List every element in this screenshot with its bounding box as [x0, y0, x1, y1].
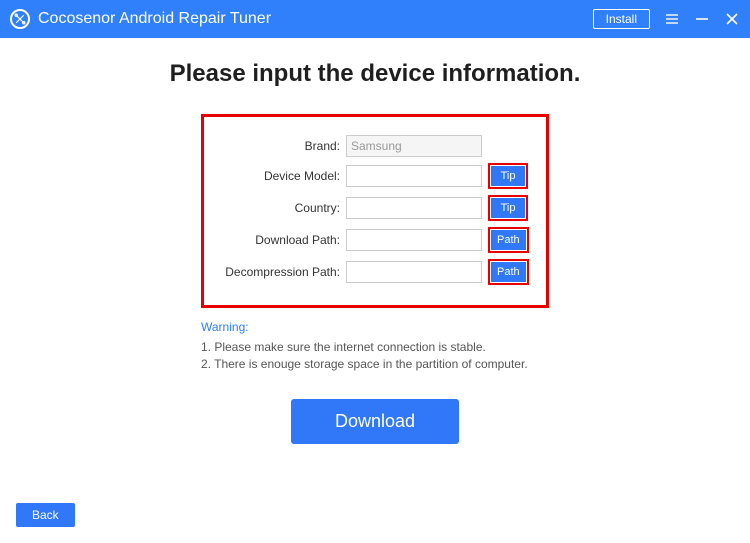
decompress-path-input[interactable]: [346, 261, 482, 283]
warning-line-1: 1. Please make sure the internet connect…: [201, 340, 549, 354]
menu-icon[interactable]: [664, 12, 680, 26]
row-country: Country: Tip: [214, 195, 530, 221]
brand-input: [346, 135, 482, 157]
decompress-path-label: Decompression Path:: [214, 265, 340, 279]
decompress-path-highlight: Path: [488, 259, 529, 285]
model-tip-button[interactable]: Tip: [491, 166, 525, 186]
install-button[interactable]: Install: [593, 9, 650, 29]
content-area: Please input the device information. Bra…: [0, 38, 750, 543]
row-brand: Brand:: [214, 135, 530, 157]
device-info-form: Brand: Device Model: Tip Country: Tip Do…: [201, 114, 549, 308]
row-download-path: Download Path: Path: [214, 227, 530, 253]
download-path-input[interactable]: [346, 229, 482, 251]
download-path-highlight: Path: [488, 227, 529, 253]
titlebar: Cocosenor Android Repair Tuner Install: [0, 0, 750, 38]
warning-line-2: 2. There is enouge storage space in the …: [201, 357, 549, 371]
download-button[interactable]: Download: [291, 399, 459, 444]
close-icon[interactable]: [724, 12, 740, 26]
back-button[interactable]: Back: [16, 503, 75, 527]
minimize-icon[interactable]: [694, 12, 710, 26]
model-label: Device Model:: [214, 169, 340, 183]
country-tip-highlight: Tip: [488, 195, 528, 221]
model-input[interactable]: [346, 165, 482, 187]
decompress-path-button[interactable]: Path: [491, 262, 526, 282]
download-path-button[interactable]: Path: [491, 230, 526, 250]
titlebar-controls: Install: [593, 9, 740, 29]
country-label: Country:: [214, 201, 340, 215]
country-tip-button[interactable]: Tip: [491, 198, 525, 218]
warning-title: Warning:: [201, 320, 549, 334]
row-model: Device Model: Tip: [214, 163, 530, 189]
row-decompress-path: Decompression Path: Path: [214, 259, 530, 285]
download-path-label: Download Path:: [214, 233, 340, 247]
page-title: Please input the device information.: [20, 60, 730, 88]
warning-block: Warning: 1. Please make sure the interne…: [201, 320, 549, 371]
model-tip-highlight: Tip: [488, 163, 528, 189]
country-input[interactable]: [346, 197, 482, 219]
brand-label: Brand:: [214, 139, 340, 153]
app-title: Cocosenor Android Repair Tuner: [38, 10, 271, 28]
app-logo-icon: [10, 9, 30, 29]
